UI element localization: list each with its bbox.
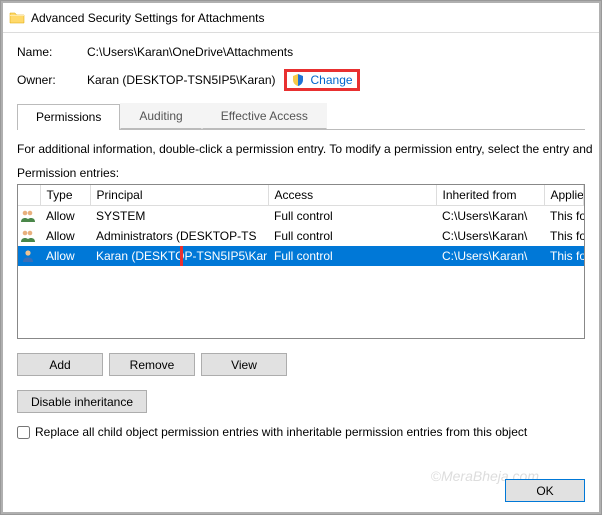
col-icon[interactable] bbox=[18, 185, 40, 206]
name-label: Name: bbox=[17, 45, 87, 59]
col-applies[interactable]: Applies bbox=[544, 185, 584, 206]
replace-checkbox-label: Replace all child object permission entr… bbox=[35, 425, 527, 439]
cell-type: Allow bbox=[40, 246, 90, 266]
cell-principal: SYSTEM bbox=[90, 206, 268, 226]
user-icon bbox=[20, 249, 38, 263]
col-access[interactable]: Access bbox=[268, 185, 436, 206]
name-value: C:\Users\Karan\OneDrive\Attachments bbox=[87, 45, 293, 59]
view-button[interactable]: View bbox=[201, 353, 287, 376]
permission-entries-label: Permission entries: bbox=[17, 166, 585, 180]
cell-access: Full control bbox=[268, 206, 436, 226]
cell-applies: This fol bbox=[544, 226, 584, 246]
cell-access: Full control bbox=[268, 226, 436, 246]
cell-type: Allow bbox=[40, 226, 90, 246]
table-row[interactable]: Allow SYSTEM Full control C:\Users\Karan… bbox=[18, 206, 584, 226]
col-type[interactable]: Type bbox=[40, 185, 90, 206]
owner-value: Karan (DESKTOP-TSN5IP5\Karan) bbox=[87, 73, 276, 87]
change-label: Change bbox=[311, 73, 353, 87]
window-title: Advanced Security Settings for Attachmen… bbox=[31, 11, 264, 25]
table-row[interactable]: Allow Administrators (DESKTOP-TS Full co… bbox=[18, 226, 584, 246]
col-principal[interactable]: Principal bbox=[90, 185, 268, 206]
tabs: Permissions Auditing Effective Access bbox=[17, 103, 585, 130]
ok-button[interactable]: OK bbox=[505, 479, 585, 502]
group-icon bbox=[20, 209, 38, 223]
replace-checkbox[interactable] bbox=[17, 426, 30, 439]
tab-permissions[interactable]: Permissions bbox=[17, 104, 120, 130]
table-header-row[interactable]: Type Principal Access Inherited from App… bbox=[18, 185, 584, 206]
cell-applies: This fol bbox=[544, 246, 584, 266]
permission-entries-table[interactable]: Type Principal Access Inherited from App… bbox=[17, 184, 585, 339]
folder-icon bbox=[9, 10, 25, 26]
table-row-selected[interactable]: Allow Karan (DESKTOP-TSN5IP5\Kar Full co… bbox=[18, 246, 584, 266]
disable-inheritance-button[interactable]: Disable inheritance bbox=[17, 390, 147, 413]
cell-principal: Karan (DESKTOP-TSN5IP5\Kar bbox=[90, 246, 268, 266]
cell-principal: Administrators (DESKTOP-TS bbox=[90, 226, 268, 246]
cell-type: Allow bbox=[40, 206, 90, 226]
remove-button[interactable]: Remove bbox=[109, 353, 195, 376]
shield-icon bbox=[291, 72, 307, 88]
cell-inherited: C:\Users\Karan\ bbox=[436, 206, 544, 226]
tab-effective-access[interactable]: Effective Access bbox=[202, 103, 327, 129]
cell-applies: This fol bbox=[544, 206, 584, 226]
col-inherited[interactable]: Inherited from bbox=[436, 185, 544, 206]
instruction-text: For additional information, double-click… bbox=[17, 142, 585, 156]
add-button[interactable]: Add bbox=[17, 353, 103, 376]
group-icon bbox=[20, 229, 38, 243]
cell-inherited: C:\Users\Karan\ bbox=[436, 246, 544, 266]
owner-label: Owner: bbox=[17, 73, 87, 87]
cell-inherited: C:\Users\Karan\ bbox=[436, 226, 544, 246]
change-owner-link[interactable]: Change bbox=[284, 69, 360, 91]
replace-checkbox-row[interactable]: Replace all child object permission entr… bbox=[17, 425, 585, 439]
tab-auditing[interactable]: Auditing bbox=[120, 103, 201, 129]
titlebar: Advanced Security Settings for Attachmen… bbox=[3, 3, 599, 33]
cell-access: Full control bbox=[268, 246, 436, 266]
